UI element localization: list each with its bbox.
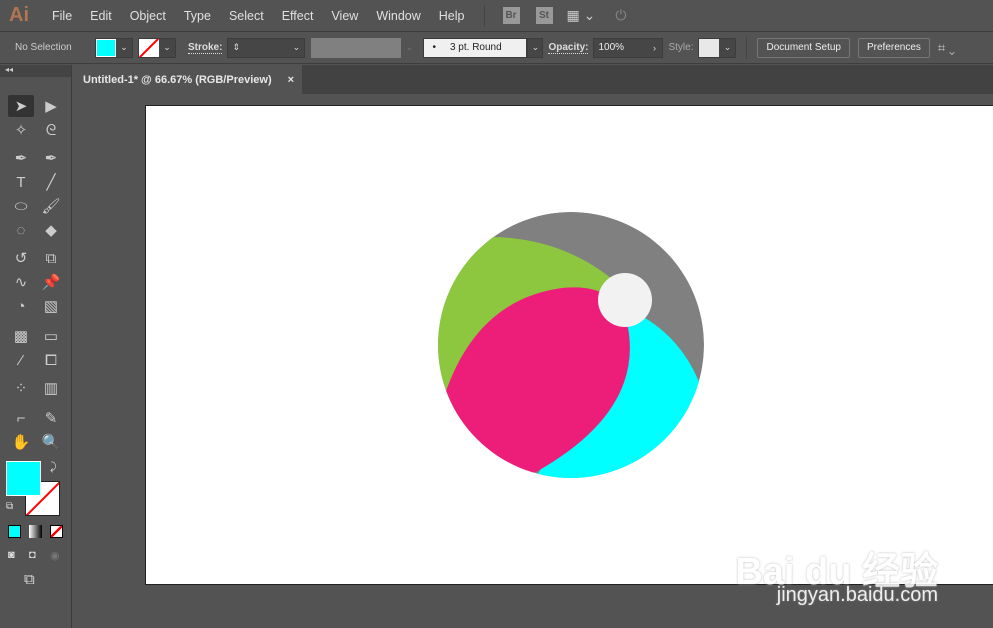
bridge-button[interactable]: Br [502, 7, 520, 24]
type-tool-icon[interactable]: T [8, 171, 34, 193]
gpu-performance-icon[interactable]: ⏻ [615, 7, 626, 24]
stroke-swatch[interactable]: ⌄ [138, 37, 176, 58]
menu-type[interactable]: Type [175, 9, 220, 23]
screen-mode-icon[interactable]: ⧉ [24, 571, 35, 588]
selection-tool-icon[interactable]: ➤ [8, 95, 34, 117]
menu-bar: Ai File Edit Object Type Select Effect V… [0, 0, 993, 31]
graphic-style-swatch[interactable]: ⌄ [698, 37, 737, 58]
profile-dropdown[interactable]: ⌄ [401, 38, 417, 58]
brush-definition[interactable]: • 3 pt. Round [423, 37, 528, 58]
line-tool-icon[interactable]: ╱ [38, 171, 64, 193]
stock-button[interactable]: St [535, 7, 553, 24]
blend-tool-icon[interactable]: ⧠ [38, 349, 64, 371]
preferences-button[interactable]: Preferences [857, 37, 930, 58]
swap-colors-icon[interactable]: ⤸ [50, 461, 57, 474]
direct-selection-tool-icon[interactable]: ▶ [38, 95, 64, 117]
app-logo: Ai [9, 4, 29, 26]
gradient-mode-button[interactable] [29, 525, 42, 538]
fill-swatch[interactable]: ⌄ [95, 37, 133, 58]
brush-dropdown[interactable]: ⌄ [527, 37, 544, 58]
ellipse-tool-icon[interactable]: ⬭ [8, 195, 34, 217]
tools-panel: ◂◂ ➤ ▶ ✧ ᘓ ✒ ✒ T ╱ ⬭ 🖌 ◌ ◆ ↺ ⧉ ∿ 📌 ◔ ▧ ▩… [0, 65, 72, 628]
none-mode-button[interactable] [50, 525, 63, 538]
stroke-label[interactable]: Stroke: [188, 42, 223, 54]
style-label: Style: [668, 42, 694, 53]
selection-status: No Selection [15, 42, 72, 53]
divider [483, 4, 485, 27]
shaper-tool-icon[interactable]: ◌ [8, 219, 34, 241]
scale-tool-icon[interactable]: ⧉ [38, 247, 64, 269]
menu-file[interactable]: File [43, 9, 81, 23]
close-tab-icon[interactable]: × [288, 74, 294, 86]
variable-width-profile[interactable] [311, 37, 402, 58]
hand-tool-icon[interactable]: ✋ [8, 431, 34, 453]
curvature-tool-icon[interactable]: ✒ [38, 147, 64, 169]
draw-normal-icon[interactable]: ◙ [8, 549, 15, 561]
control-bar: No Selection ⌄ ⌄ Stroke: ⇕ ⌄ ⌄ • 3 pt. Rou… [0, 31, 993, 64]
menu-edit[interactable]: Edit [81, 9, 121, 23]
document-tab-bar: Untitled-1* @ 66.67% (RGB/Preview) × [74, 65, 993, 94]
lasso-tool-icon[interactable]: ᘓ [38, 119, 64, 141]
column-graph-tool-icon[interactable]: ▥ [38, 377, 64, 399]
workspace-layout-icon[interactable]: ▦ ⌄ [567, 7, 596, 24]
stroke-weight-input[interactable]: ⇕ ⌄ [227, 37, 306, 58]
menu-help[interactable]: Help [430, 9, 474, 23]
menu-view[interactable]: View [322, 9, 367, 23]
document-setup-button[interactable]: Document Setup [757, 37, 850, 58]
pin-tool-icon[interactable]: 📌 [38, 271, 64, 293]
paintbrush-tool-icon[interactable]: 🖌 [38, 195, 64, 217]
divider [746, 36, 748, 59]
slice-tool-icon[interactable]: ✎ [38, 407, 64, 429]
artboard-tool-icon[interactable]: ⌐ [8, 407, 34, 429]
opacity-label[interactable]: Opacity: [548, 42, 589, 54]
opacity-input[interactable]: 100% › [593, 37, 664, 58]
default-colors-icon[interactable]: ⧉ [6, 501, 13, 512]
menu-object[interactable]: Object [121, 9, 175, 23]
menu-select[interactable]: Select [220, 9, 273, 23]
watermark-url: jingyan.baidu.com [776, 584, 938, 606]
pen-tool-icon[interactable]: ✒ [8, 147, 34, 169]
collapse-panel-icon[interactable]: ◂◂ [0, 65, 71, 77]
puppet-warp-tool-icon[interactable]: ∿ [8, 271, 34, 293]
zoom-tool-icon[interactable]: 🔍 [38, 431, 64, 453]
menu-window[interactable]: Window [367, 9, 429, 23]
gradient-tool-icon[interactable]: ▭ [38, 325, 64, 347]
menu-effect[interactable]: Effect [273, 9, 323, 23]
draw-inside-icon[interactable]: ◉ [50, 549, 60, 562]
shape-builder-tool-icon[interactable]: ◔ [8, 295, 34, 317]
highlight-circle [598, 273, 652, 327]
document-tab[interactable]: Untitled-1* @ 66.67% (RGB/Preview) × [74, 65, 302, 94]
eyedropper-tool-icon[interactable]: ⁄ [8, 349, 34, 371]
rotate-tool-icon[interactable]: ↺ [8, 247, 34, 269]
color-mode-button[interactable] [8, 525, 21, 538]
select-similar-icon[interactable]: ⌗ ⌄ [938, 40, 955, 56]
mesh-tool-icon[interactable]: ▩ [8, 325, 34, 347]
fill-color-box[interactable] [6, 461, 41, 496]
draw-behind-icon[interactable]: ◘ [29, 549, 36, 561]
magic-wand-tool-icon[interactable]: ✧ [8, 119, 34, 141]
eraser-tool-icon[interactable]: ◆ [38, 219, 64, 241]
symbol-sprayer-tool-icon[interactable]: ⁘ [8, 377, 34, 399]
perspective-grid-tool-icon[interactable]: ▧ [38, 295, 64, 317]
